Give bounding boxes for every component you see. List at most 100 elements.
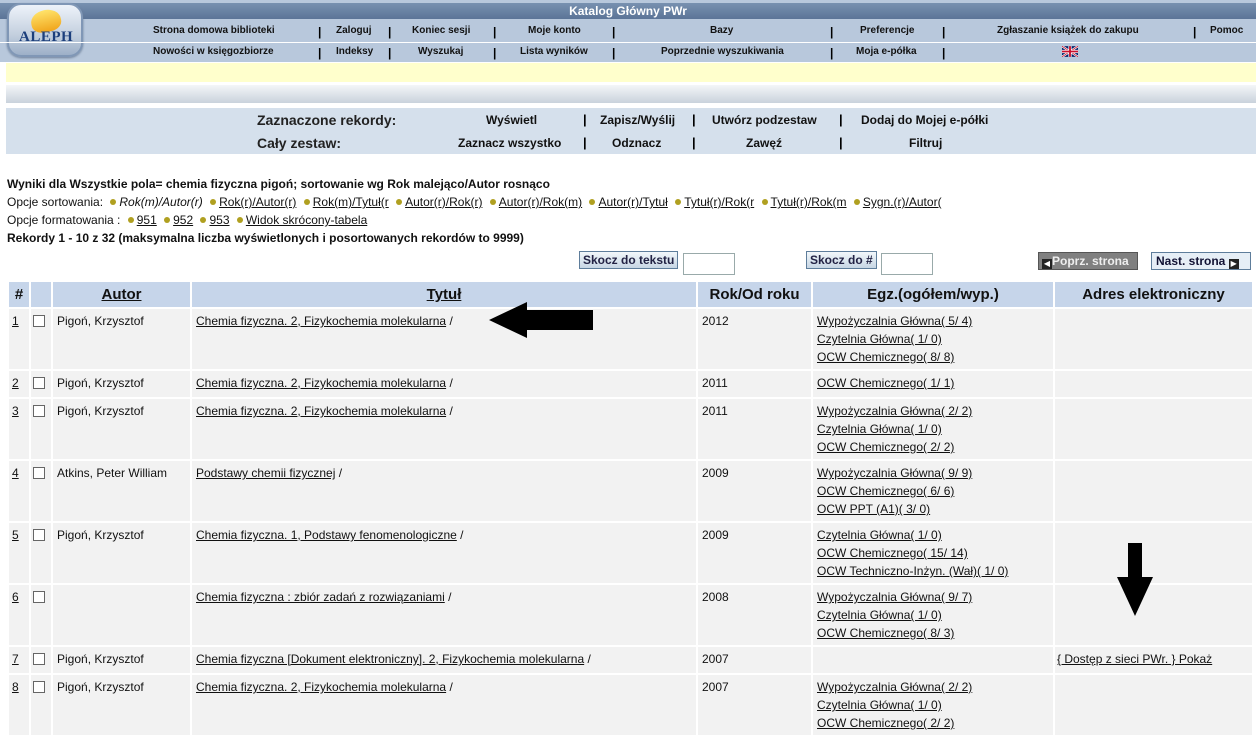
column-header-title[interactable]: Tytuł xyxy=(427,286,462,303)
year-cell: 2011 xyxy=(698,399,811,459)
jump-to-text-input[interactable] xyxy=(683,253,735,275)
nav-home-link[interactable]: Strona domowa biblioteki xyxy=(153,25,275,36)
copies-link[interactable]: OCW Chemicznego( 15/ 14) xyxy=(817,546,968,560)
table-row: 8 Pigoń, Krzysztof Chemia fizyczna. 2, Fiz… xyxy=(9,675,1252,735)
row-number-link[interactable]: 4 xyxy=(12,466,19,480)
row-number-link[interactable]: 3 xyxy=(12,404,19,418)
row-number-link[interactable]: 1 xyxy=(12,314,19,328)
previous-page-button[interactable]: ◀ Poprz. strona xyxy=(1038,252,1138,270)
nav-databases-link[interactable]: Bazy xyxy=(710,25,733,36)
row-checkbox[interactable] xyxy=(33,653,45,665)
row-checkbox[interactable] xyxy=(33,591,45,603)
copies-link[interactable]: Wypożyczalnia Główna( 9/ 9) xyxy=(817,466,972,480)
jump-to-number-button[interactable]: Skocz do # xyxy=(806,251,877,269)
nav-help-link[interactable]: Pomoc xyxy=(1210,25,1243,36)
jump-to-text-button[interactable]: Skocz do tekstu xyxy=(579,251,679,269)
copies-link[interactable]: OCW Chemicznego( 6/ 6) xyxy=(817,484,954,498)
refine-button[interactable]: Zawęź xyxy=(746,136,782,150)
nav-preferences-link[interactable]: Preferencje xyxy=(860,25,914,36)
create-subset-button[interactable]: Utwórz podzestaw xyxy=(712,113,817,127)
copies-link[interactable]: OCW Techniczno-Inżyn. (Wał)( 1/ 0) xyxy=(817,564,1008,578)
sort-option-link[interactable]: Autor(r)/Rok(m) xyxy=(499,195,582,209)
select-cell xyxy=(31,675,51,735)
title-link[interactable]: Chemia fizyczna. 1, Podstawy fenomenolog… xyxy=(196,528,457,542)
copies-link[interactable]: OCW Chemicznego( 2/ 2) xyxy=(817,440,954,454)
column-header-select xyxy=(31,282,51,307)
nav-indexes-link[interactable]: Indeksy xyxy=(336,46,373,57)
format-option-link[interactable]: 952 xyxy=(173,213,193,227)
sort-option-link[interactable]: Autor(r)/Rok(r) xyxy=(405,195,482,209)
copies-link[interactable]: Wypożyczalnia Główna( 9/ 7) xyxy=(817,590,972,604)
row-checkbox[interactable] xyxy=(33,467,45,479)
copies-link[interactable]: Czytelnia Główna( 1/ 0) xyxy=(817,332,942,346)
nav-search-link[interactable]: Wyszukaj xyxy=(418,46,463,57)
format-option-link[interactable]: 951 xyxy=(137,213,157,227)
row-number-link[interactable]: 7 xyxy=(12,652,19,666)
nav-account-link[interactable]: Moje konto xyxy=(528,25,581,36)
copies-link[interactable]: OCW Chemicznego( 8/ 3) xyxy=(817,626,954,640)
copies-link[interactable]: OCW Chemicznego( 8/ 8) xyxy=(817,350,954,364)
copies-link[interactable]: Wypożyczalnia Główna( 2/ 2) xyxy=(817,680,972,694)
select-cell xyxy=(31,371,51,397)
sort-option-link[interactable]: Rok(r)/Autor(r) xyxy=(219,195,296,209)
select-cell xyxy=(31,585,51,645)
format-option-link[interactable]: Widok skrócony-tabela xyxy=(246,213,367,227)
row-number-link[interactable]: 2 xyxy=(12,376,19,390)
copies-link[interactable]: Czytelnia Główna( 1/ 0) xyxy=(817,528,942,542)
copies-link[interactable]: OCW Chemicznego( 1/ 1) xyxy=(817,376,954,390)
bullet-icon xyxy=(236,217,243,224)
sort-option-link[interactable]: Sygn.(r)/Autor( xyxy=(863,195,942,209)
selected-records-label: Zaznaczone rekordy: xyxy=(257,112,397,128)
display-selected-button[interactable]: Wyświetl xyxy=(486,113,537,127)
copies-link[interactable]: OCW PPT (A1)( 3/ 0) xyxy=(817,502,930,516)
english-flag-icon[interactable] xyxy=(1062,46,1078,57)
author-cell: Pigoń, Krzysztof xyxy=(53,309,190,369)
results-info: Wyniki dla Wszystkie pola= chemia fizycz… xyxy=(7,177,1247,245)
copies-link[interactable]: OCW Chemicznego( 2/ 2) xyxy=(817,716,954,730)
sort-option-link[interactable]: Rok(m)/Tytuł(r xyxy=(313,195,389,209)
title-link[interactable]: Chemia fizyczna [Dokument elektroniczny]… xyxy=(196,652,584,666)
eaddress-link[interactable]: { Dostęp z sieci PWr. } Pokaż xyxy=(1057,652,1212,666)
copies-link[interactable]: Wypożyczalnia Główna( 5/ 4) xyxy=(817,314,972,328)
row-checkbox[interactable] xyxy=(33,405,45,417)
copies-link[interactable]: Czytelnia Główna( 1/ 0) xyxy=(817,698,942,712)
title-link[interactable]: Chemia fizyczna. 2, Fizykochemia molekul… xyxy=(196,404,446,418)
row-checkbox[interactable] xyxy=(33,377,45,389)
column-header-author[interactable]: Autor xyxy=(102,286,142,303)
row-number-link[interactable]: 8 xyxy=(12,680,19,694)
title-link[interactable]: Chemia fizyczna. 2, Fizykochemia molekul… xyxy=(196,314,446,328)
nav-results-list-link[interactable]: Lista wyników xyxy=(520,46,588,57)
title-link[interactable]: Chemia fizyczna. 2, Fizykochemia molekul… xyxy=(196,376,446,390)
next-page-button[interactable]: Nast. strona ▶ xyxy=(1151,252,1251,270)
add-to-eshelf-button[interactable]: Dodaj do Mojej e-półki xyxy=(861,113,988,127)
sort-option-link[interactable]: Tytuł(r)/Rok(m xyxy=(771,195,847,209)
title-link[interactable]: Chemia fizyczna : zbiór zadań z rozwiąza… xyxy=(196,590,445,604)
row-checkbox[interactable] xyxy=(33,681,45,693)
deselect-button[interactable]: Odznacz xyxy=(612,136,661,150)
sort-option-link[interactable]: Autor(r)/Tytuł xyxy=(598,195,667,209)
nav-new-books-link[interactable]: Nowości w księgozbiorze xyxy=(153,46,274,57)
copies-link[interactable]: Wypożyczalnia Główna( 2/ 2) xyxy=(817,404,972,418)
copies-link[interactable]: Czytelnia Główna( 1/ 0) xyxy=(817,422,942,436)
nav-logout-link[interactable]: Koniec sesji xyxy=(412,25,470,36)
copies-cell: Wypożyczalnia Główna( 9/ 7) Czytelnia Głó… xyxy=(813,585,1053,645)
row-checkbox[interactable] xyxy=(33,529,45,541)
title-link[interactable]: Chemia fizyczna. 2, Fizykochemia molekul… xyxy=(196,680,446,694)
format-option-link[interactable]: 953 xyxy=(209,213,229,227)
nav-login-link[interactable]: Zaloguj xyxy=(336,25,372,36)
sort-option-link[interactable]: Tytuł(r)/Rok(r xyxy=(684,195,754,209)
filter-button[interactable]: Filtruj xyxy=(909,136,942,150)
title-cell: Chemia fizyczna. 1, Podstawy fenomenolog… xyxy=(192,523,696,583)
row-number-link[interactable]: 5 xyxy=(12,528,19,542)
nav-purchase-link[interactable]: Zgłaszanie książek do zakupu xyxy=(997,25,1139,36)
table-row: 4 Atkins, Peter William Podstawy chemii fi… xyxy=(9,461,1252,521)
copies-link[interactable]: Czytelnia Główna( 1/ 0) xyxy=(817,608,942,622)
jump-to-number-input[interactable] xyxy=(881,253,933,275)
nav-eshelf-link[interactable]: Moja e-półka xyxy=(856,46,917,57)
row-number-link[interactable]: 6 xyxy=(12,590,19,604)
nav-previous-searches-link[interactable]: Poprzednie wyszukiwania xyxy=(661,46,784,57)
select-all-button[interactable]: Zaznacz wszystko xyxy=(458,136,561,150)
save-send-button[interactable]: Zapisz/Wyślij xyxy=(600,113,675,127)
title-link[interactable]: Podstawy chemii fizycznej xyxy=(196,466,335,480)
row-checkbox[interactable] xyxy=(33,315,45,327)
